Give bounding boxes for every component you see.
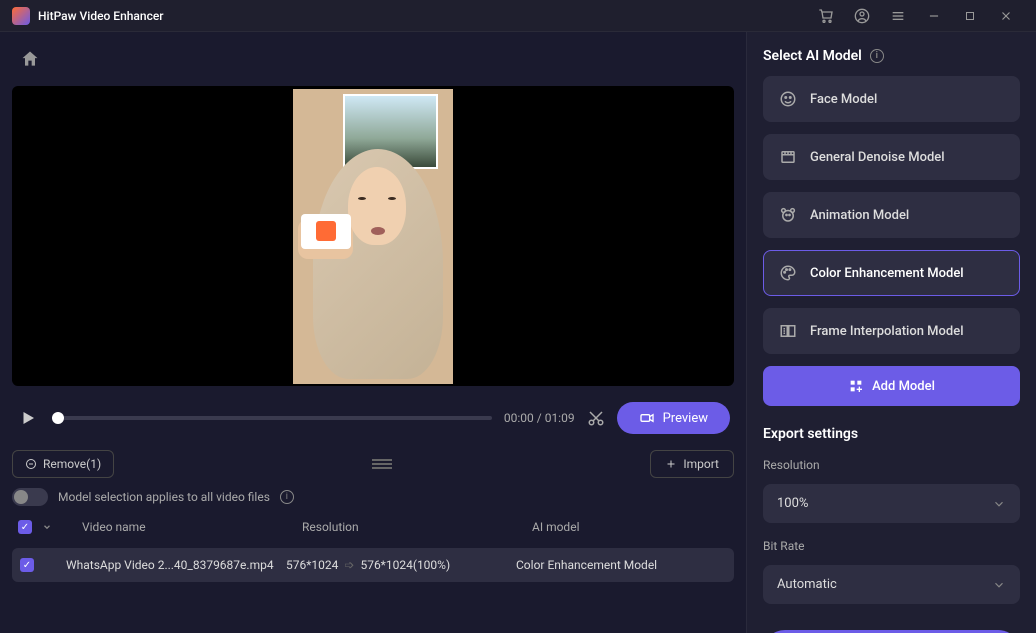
remove-label: Remove(1) [43, 457, 101, 471]
home-icon[interactable] [20, 49, 40, 69]
chevron-down-icon [992, 578, 1006, 592]
preview-button[interactable]: Preview [617, 402, 730, 434]
menu-icon[interactable] [880, 0, 916, 32]
remove-button[interactable]: Remove(1) [12, 450, 114, 478]
select-all-checkbox[interactable] [18, 520, 32, 534]
model-frame[interactable]: Frame Interpolation Model [763, 308, 1020, 354]
model-denoise-label: General Denoise Model [810, 150, 945, 165]
resolution-label: Resolution [763, 458, 1020, 472]
model-denoise[interactable]: General Denoise Model [763, 134, 1020, 180]
app-title: HitPaw Video Enhancer [38, 9, 164, 23]
time-display: 00:00 / 01:09 [504, 411, 575, 425]
preview-label: Preview [663, 411, 708, 426]
table-row[interactable]: WhatsApp Video 2...40_8379687e.mp4 576*1… [12, 548, 734, 582]
chevron-down-icon[interactable] [42, 522, 52, 532]
drag-handle-icon[interactable] [372, 459, 392, 469]
video-preview [12, 86, 734, 386]
grid-plus-icon [848, 378, 864, 394]
col-name: Video name [82, 520, 292, 534]
add-model-label: Add Model [872, 379, 935, 394]
model-color[interactable]: Color Enhancement Model [763, 250, 1020, 296]
export-settings-title: Export settings [763, 426, 858, 442]
model-face-label: Face Model [810, 92, 877, 107]
app-logo [12, 7, 30, 25]
plus-icon [665, 458, 677, 470]
model-color-label: Color Enhancement Model [810, 266, 964, 281]
maximize-button[interactable] [952, 0, 988, 32]
apply-all-toggle[interactable] [12, 488, 48, 506]
select-model-title: Select AI Model [763, 48, 862, 64]
info-icon[interactable]: i [280, 490, 294, 504]
bear-icon [778, 205, 798, 225]
minus-circle-icon [25, 458, 37, 470]
model-face[interactable]: Face Model [763, 76, 1020, 122]
table-header: Video name Resolution AI model [12, 516, 734, 538]
cut-icon[interactable] [587, 409, 605, 427]
row-model: Color Enhancement Model [516, 558, 728, 572]
palette-icon [778, 263, 798, 283]
interpolation-icon [778, 321, 798, 341]
chevron-down-icon [992, 497, 1006, 511]
arrow-icon: ➩ [344, 558, 354, 572]
face-icon [778, 89, 798, 109]
import-button[interactable]: Import [650, 450, 734, 478]
import-label: Import [683, 457, 719, 471]
col-resolution: Resolution [302, 520, 522, 534]
info-icon[interactable]: i [870, 49, 884, 63]
model-anim-label: Animation Model [810, 208, 909, 223]
row-name: WhatsApp Video 2...40_8379687e.mp4 [66, 558, 276, 572]
camera-icon [639, 410, 655, 426]
resolution-dropdown[interactable]: 100% [763, 484, 1020, 523]
add-model-button[interactable]: Add Model [763, 366, 1020, 406]
timeline-slider[interactable] [52, 416, 492, 420]
col-model: AI model [532, 520, 728, 534]
play-button[interactable] [16, 406, 40, 430]
playhead[interactable] [52, 412, 64, 424]
model-animation[interactable]: Animation Model [763, 192, 1020, 238]
bitrate-label: Bit Rate [763, 539, 1020, 553]
minimize-button[interactable] [916, 0, 952, 32]
resolution-value: 100% [777, 496, 808, 511]
toggle-label: Model selection applies to all video fil… [58, 490, 270, 504]
film-icon [778, 147, 798, 167]
model-frame-label: Frame Interpolation Model [810, 324, 964, 339]
row-src-res: 576*1024 [286, 558, 338, 572]
account-icon[interactable] [844, 0, 880, 32]
bitrate-value: Automatic [777, 577, 837, 592]
row-checkbox[interactable] [20, 558, 34, 572]
row-out-res: 576*1024(100%) [360, 558, 450, 572]
cart-icon[interactable] [808, 0, 844, 32]
bitrate-dropdown[interactable]: Automatic [763, 565, 1020, 604]
close-button[interactable] [988, 0, 1024, 32]
